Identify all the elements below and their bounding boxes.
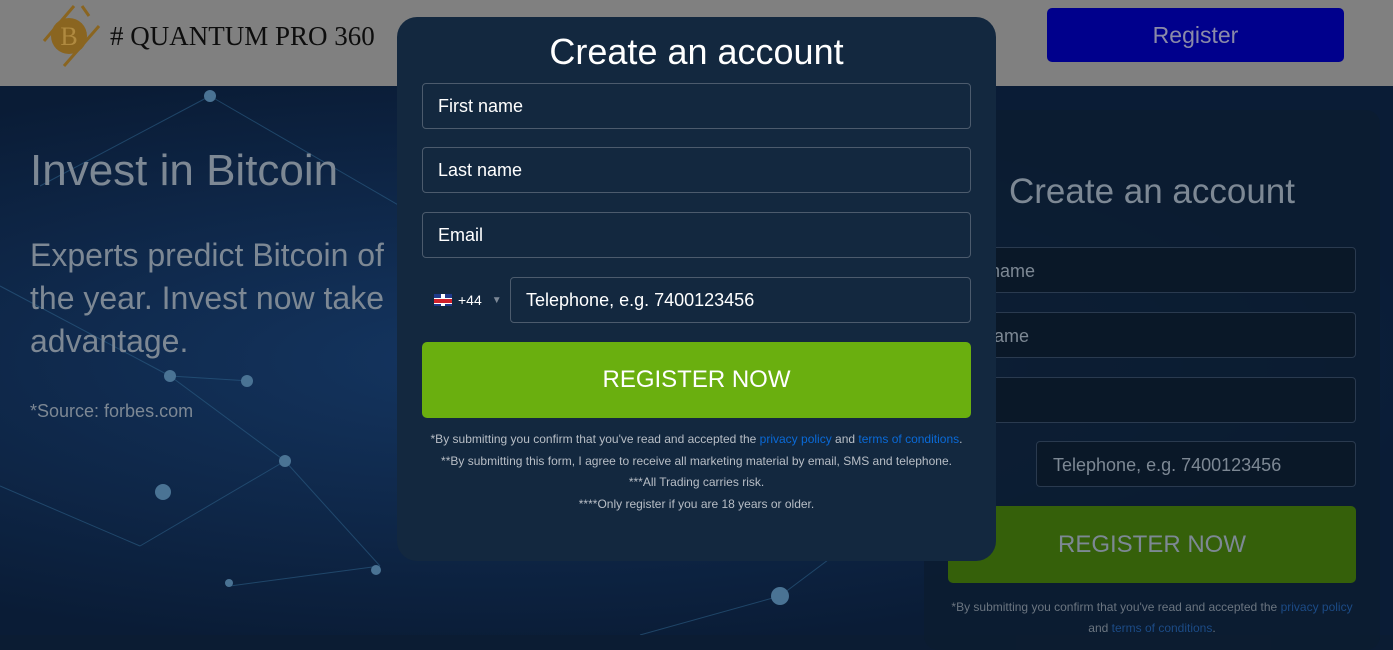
and-text: and <box>831 432 859 446</box>
disclaimer-2: **By submitting this form, I agree to re… <box>441 453 952 468</box>
hero-title: Invest in Bitcoin <box>30 146 339 195</box>
background-disclaimer: *By submitting you confirm that you've r… <box>948 597 1356 639</box>
uk-flag-icon <box>434 294 452 306</box>
first-name-input[interactable] <box>422 83 971 129</box>
background-email-field: ail <box>948 377 1356 423</box>
chevron-down-icon: ▼ <box>491 294 502 306</box>
background-first-name-field: rst name <box>948 247 1356 293</box>
hero-subtitle: Experts predict Bitcoin of the year. Inv… <box>30 237 384 359</box>
terms-link[interactable]: terms of conditions <box>858 432 959 446</box>
modal-title: Create an account <box>549 31 844 72</box>
header-register-button[interactable]: Register <box>1047 8 1344 62</box>
email-input[interactable] <box>422 212 971 258</box>
terms-link: terms of conditions <box>1111 621 1213 635</box>
disclaimer-text: *By submitting you confirm that you've r… <box>430 432 760 446</box>
svg-text:B: B <box>60 22 77 51</box>
disclaimer-text: *By submitting you confirm that you've r… <box>951 600 1281 614</box>
period: . <box>959 432 963 446</box>
privacy-policy-link[interactable]: privacy policy <box>760 432 832 446</box>
register-now-button[interactable]: REGISTER NOW <box>422 342 971 418</box>
disclaimer-4: ****Only register if you are 18 years or… <box>578 496 815 511</box>
privacy-link: privacy policy <box>1280 600 1353 614</box>
disclaimer-1: *By submitting you confirm that you've r… <box>397 429 996 451</box>
last-name-input[interactable] <box>422 147 971 193</box>
and-text: and <box>1088 621 1112 635</box>
brand-name: # QUANTUM PRO 360 <box>110 20 375 51</box>
background-last-name-field: st name <box>948 312 1356 358</box>
disclaimer: *By submitting you confirm that you've r… <box>397 429 996 515</box>
hero-source: *Source: forbes.com <box>30 401 194 421</box>
country-code-value: +44 <box>458 292 482 308</box>
country-code-select[interactable]: +44 ▼ <box>422 277 507 323</box>
phone-input[interactable] <box>510 277 971 323</box>
background-register-button: REGISTER NOW <box>948 506 1356 583</box>
bitcoin-logo-icon: B <box>42 5 101 67</box>
logo[interactable]: B # QUANTUM PRO 360 <box>34 0 375 72</box>
period: . <box>1212 621 1216 635</box>
background-phone-field: Telephone, e.g. 7400123456 <box>1036 441 1356 487</box>
signup-modal: Create an account +44 ▼ REGISTER NOW *By … <box>397 17 996 561</box>
disclaimer-3: ***All Trading carries risk. <box>628 475 765 489</box>
